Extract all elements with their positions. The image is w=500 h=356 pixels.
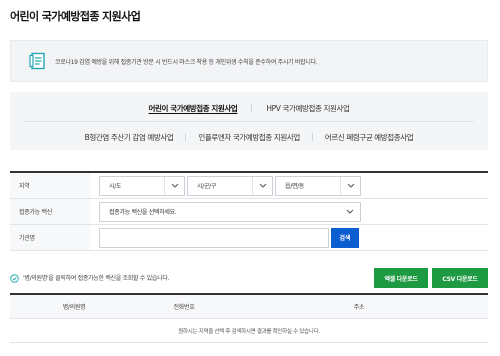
result-table: 병/의원명 전화번호 주소 원하시는 지역을 선택 후 검색하시면 결과를 확인…: [10, 293, 488, 343]
hint-text: '병/의원명'을 클릭하여 접종가능한 백신을 조회할 수 있습니다.: [23, 275, 170, 282]
vaccine-label: 접종가능 백신: [10, 199, 90, 224]
tab-influenza[interactable]: 인플루엔자 국가예방접종 지원사업: [198, 132, 300, 143]
dong-select[interactable]: 읍/면/동: [275, 175, 361, 196]
sido-select[interactable]: 시/도: [99, 175, 185, 196]
chevron-down-icon: [340, 176, 360, 195]
tabs-divider: [24, 121, 474, 122]
program-tabs: 어린이 국가예방접종 지원사업 HPV 국가예방접종 지원사업 B형간염 주산기…: [10, 92, 488, 150]
column-header: 병/의원명: [62, 304, 86, 311]
dong-value: 읍/면/동: [285, 183, 305, 190]
column-header: 전화번호: [173, 304, 195, 311]
region-label: 지역: [10, 173, 90, 198]
org-name-input[interactable]: [99, 227, 329, 248]
column-header: 주소: [353, 304, 365, 311]
tab-separator: [185, 133, 187, 141]
vaccine-row: 접종가능 백신 접종가능 백신을 선택하세요.: [10, 199, 488, 225]
tab-pneumococcal[interactable]: 어르신 폐렴구균 예방접종사업: [325, 132, 414, 143]
org-row: 기관명 검색: [10, 225, 488, 251]
excel-download-button[interactable]: 엑셀 다운로드: [374, 268, 428, 288]
org-label: 기관명: [10, 225, 90, 250]
tab-separator: [311, 133, 313, 141]
chevron-down-icon: [340, 203, 360, 221]
tab-row-1: 어린이 국가예방접종 지원사업 HPV 국가예방접종 지원사업: [10, 99, 488, 117]
region-field: 시/도 시/군/구 읍/면/동: [90, 173, 361, 198]
vaccine-value: 접종가능 백신을 선택하세요.: [109, 209, 177, 216]
chevron-down-icon: [252, 176, 272, 195]
chevron-down-icon: [164, 176, 184, 195]
vaccine-select[interactable]: 접종가능 백신을 선택하세요.: [99, 201, 361, 222]
document-icon: [27, 50, 49, 72]
search-button[interactable]: 검색: [331, 227, 359, 248]
csv-download-button[interactable]: CSV 다운로드: [432, 268, 488, 288]
notice-box: 코로나19 감염 예방을 위해 접종기관 방문 시 반드시 마스크 착용 등 개…: [10, 40, 488, 82]
sigungu-value: 시/군/구: [197, 183, 217, 190]
sido-value: 시/도: [109, 183, 122, 190]
notice-text: 코로나19 감염 예방을 위해 접종기관 방문 시 반드시 마스크 착용 등 개…: [55, 58, 318, 66]
tab-hepatitis-b[interactable]: B형간염 주산기 감염 예방사업: [85, 132, 174, 143]
vaccine-field: 접종가능 백신을 선택하세요.: [90, 199, 361, 224]
search-form: 지역 시/도 시/군/구 읍/면/동 접종가능 백신 접종가능 백신을 선택하세…: [10, 171, 488, 251]
sigungu-select[interactable]: 시/군/구: [187, 175, 273, 196]
tab-hpv-vaccination[interactable]: HPV 국가예방접종 지원사업: [266, 103, 349, 114]
tab-separator: [251, 104, 253, 112]
region-row: 지역 시/도 시/군/구 읍/면/동: [10, 173, 488, 199]
tab-row-2: B형간염 주산기 감염 예방사업 인플루엔자 국가예방접종 지원사업 어르신 폐…: [10, 128, 488, 146]
org-field: 검색: [90, 225, 359, 250]
empty-message: 원하시는 지역을 선택 후 검색하시면 결과를 확인하실 수 있습니다.: [10, 319, 488, 343]
hint: '병/의원명'을 클릭하여 접종가능한 백신을 조회할 수 있습니다.: [10, 268, 169, 287]
page-title: 어린이 국가예방접종 지원사업: [10, 10, 141, 23]
tab-child-vaccination[interactable]: 어린이 국가예방접종 지원사업: [149, 103, 238, 114]
table-header: 병/의원명 전화번호 주소: [10, 295, 488, 319]
info-icon: [10, 268, 19, 287]
